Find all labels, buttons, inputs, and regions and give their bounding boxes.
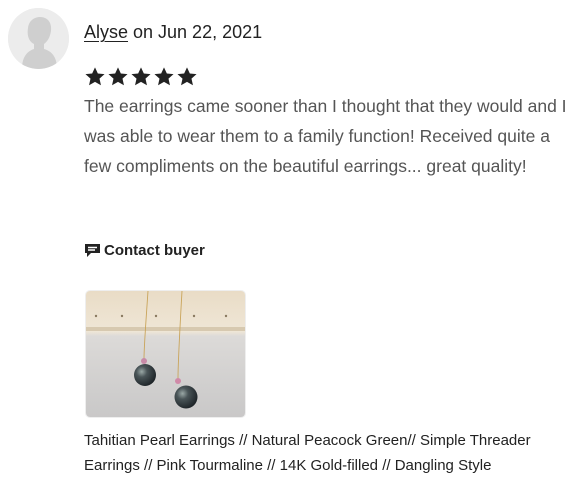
reviewer-name-link[interactable]: Alyse (84, 22, 128, 42)
message-flag-icon (85, 244, 100, 257)
star-icon (177, 67, 197, 86)
star-icon (154, 67, 174, 86)
contact-buyer-button[interactable]: Contact buyer (84, 242, 205, 259)
reviewer-avatar (8, 8, 69, 69)
product-image[interactable] (85, 290, 246, 418)
star-icon (85, 67, 105, 86)
default-user-avatar-icon (8, 8, 69, 69)
review-text: The earrings came sooner than I thought … (84, 96, 567, 176)
review-date: on Jun 22, 2021 (128, 22, 263, 42)
star-icon (131, 67, 151, 86)
star-rating (84, 66, 198, 88)
review-header: Alyse on Jun 22, 2021 (84, 22, 262, 43)
product-title-link[interactable]: Tahitian Pearl Earrings // Natural Peaco… (84, 428, 574, 478)
contact-buyer-label: Contact buyer (104, 242, 205, 259)
star-icon (108, 67, 128, 86)
